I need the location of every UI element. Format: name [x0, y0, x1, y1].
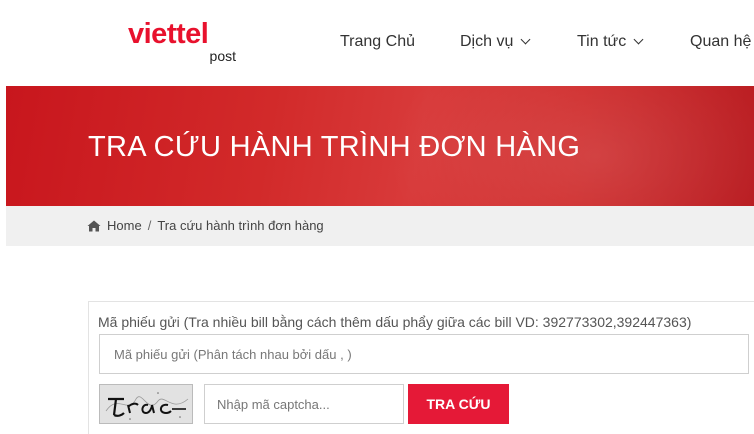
nav-item-label: Dịch vụ: [460, 33, 514, 50]
site-header: viettel post Trang Chủ Dịch vụ Tin tức Q…: [0, 0, 754, 86]
bill-number-input[interactable]: [99, 334, 749, 374]
nav-item-quan-he[interactable]: Quan hệ: [690, 30, 751, 54]
breadcrumb-home-link[interactable]: Home: [107, 218, 142, 234]
breadcrumb-inner: Home / Tra cứu hành trình đơn hàng: [87, 218, 324, 234]
nav-item-label: Trang Chủ: [340, 33, 415, 50]
bill-field-label: Mã phiếu gửi (Tra nhiều bill bằng cách t…: [98, 314, 692, 330]
chevron-down-icon: [633, 34, 644, 44]
nav-item-dich-vu[interactable]: Dịch vụ: [460, 30, 531, 54]
nav-item-label: Tin tức: [577, 33, 627, 50]
nav-item-label: Quan hệ: [690, 33, 752, 50]
breadcrumb: Home / Tra cứu hành trình đơn hàng: [6, 206, 754, 246]
nav-item-tin-tuc[interactable]: Tin tức: [577, 30, 644, 54]
main-nav: Trang Chủ Dịch vụ Tin tức Quan hệ: [0, 30, 754, 54]
nav-item-trang-chu[interactable]: Trang Chủ: [340, 30, 415, 54]
page-banner: TRA CỨU HÀNH TRÌNH ĐƠN HÀNG: [6, 86, 754, 206]
chevron-down-icon: [520, 34, 531, 44]
home-icon: [87, 220, 101, 232]
captcha-input[interactable]: [204, 384, 404, 424]
tracking-form: Mã phiếu gửi (Tra nhiều bill bằng cách t…: [88, 301, 754, 434]
captcha-image: [99, 384, 193, 424]
breadcrumb-separator: /: [147, 218, 152, 233]
breadcrumb-current: Tra cứu hành trình đơn hàng: [157, 218, 324, 233]
track-submit-button[interactable]: TRA CỨU: [408, 384, 509, 424]
page-title: TRA CỨU HÀNH TRÌNH ĐƠN HÀNG: [88, 131, 581, 163]
captcha-graphic: [100, 385, 192, 423]
